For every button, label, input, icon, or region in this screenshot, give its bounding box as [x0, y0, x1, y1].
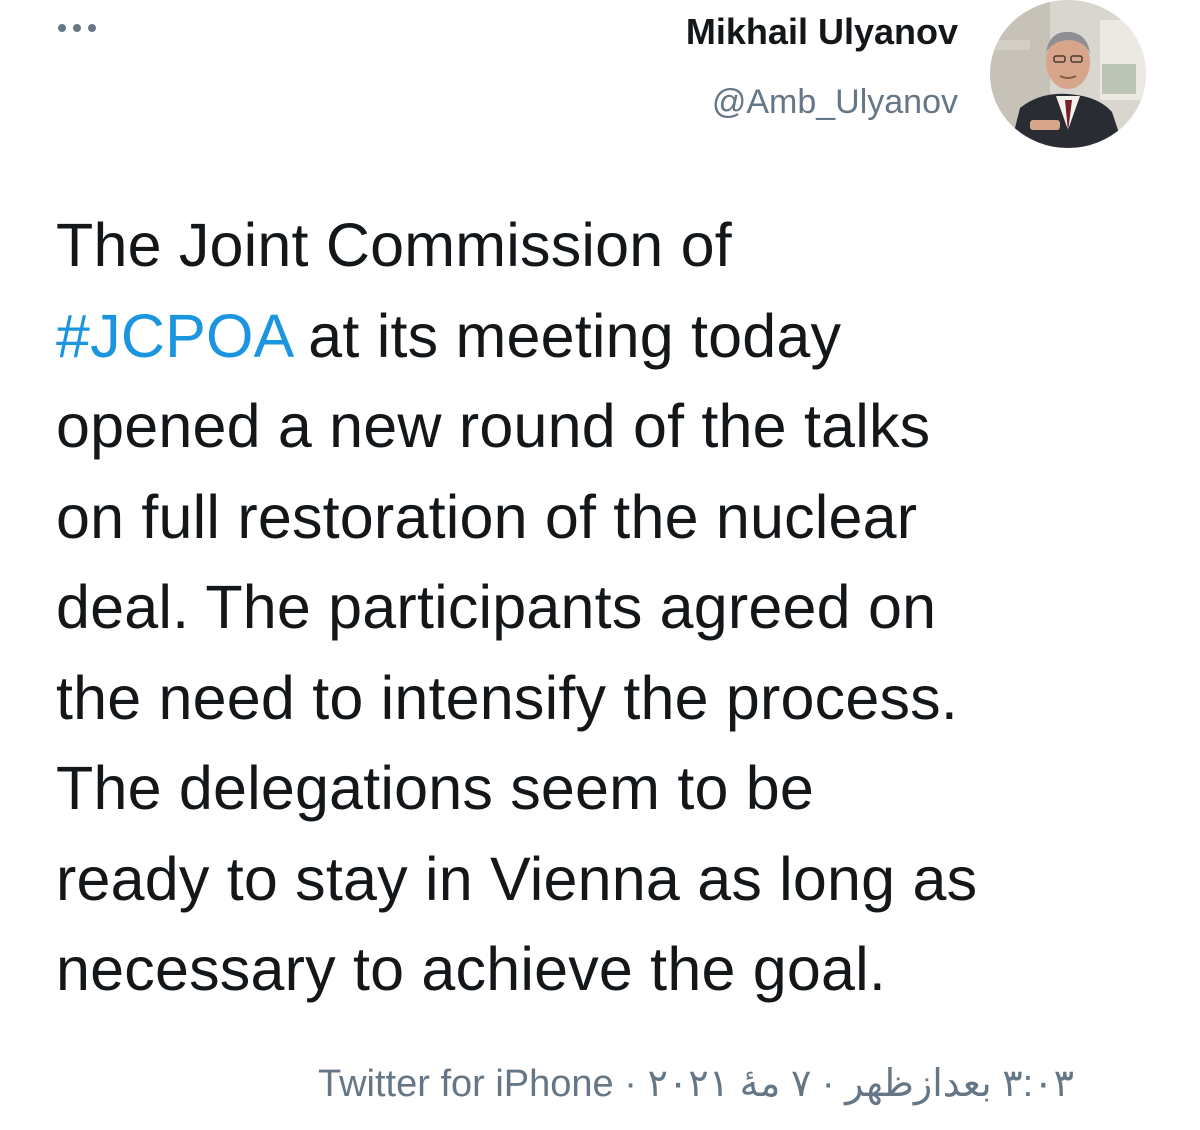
- more-dot: [58, 24, 66, 32]
- tweet-body-line: #JCPOA at its meeting today: [56, 291, 1176, 382]
- author-handle[interactable]: @Amb_Ulyanov: [686, 78, 958, 126]
- more-dot: [88, 24, 96, 32]
- tweet-body-line: the need to intensify the process.: [56, 663, 959, 732]
- tweet-body-text: at its meeting today: [291, 301, 842, 370]
- hashtag-link[interactable]: #JCPOA: [56, 302, 291, 370]
- tweet-body-line: ready to stay in Vienna as long as: [56, 844, 978, 913]
- meta-separator: ·: [613, 1063, 648, 1105]
- tweet-meta: Twitter for iPhone · ۷ مهٔ ۲۰۲۱ · ۳:۰۳ ب…: [318, 1059, 1074, 1109]
- avatar[interactable]: [990, 0, 1146, 148]
- tweet-body-line: The Joint Commission of: [56, 211, 732, 279]
- tweet-time[interactable]: ۳:۰۳ بعدازظهر: [845, 1063, 1074, 1105]
- tweet-body-line: The delegations seem to be: [56, 754, 815, 822]
- tweet-body: The Joint Commission of #JCPOA at its me…: [56, 200, 1176, 1015]
- more-options-icon[interactable]: [58, 24, 96, 32]
- tweet-body-line: on full restoration of the nuclear: [56, 482, 918, 551]
- tweet-author[interactable]: Mikhail Ulyanov @Amb_Ulyanov: [686, 8, 958, 126]
- tweet-source[interactable]: Twitter for iPhone: [318, 1063, 614, 1105]
- tweet-body-line: deal. The participants agreed on: [56, 573, 937, 641]
- avatar-photo: [990, 0, 1146, 148]
- author-name[interactable]: Mikhail Ulyanov: [686, 8, 958, 56]
- tweet-body-line: opened a new round of the talks: [56, 392, 931, 460]
- meta-separator: ·: [811, 1063, 846, 1105]
- more-dot: [73, 24, 81, 32]
- tweet-body-line: necessary to achieve the goal.: [56, 935, 887, 1003]
- tweet-date[interactable]: ۷ مهٔ ۲۰۲۱: [647, 1063, 811, 1105]
